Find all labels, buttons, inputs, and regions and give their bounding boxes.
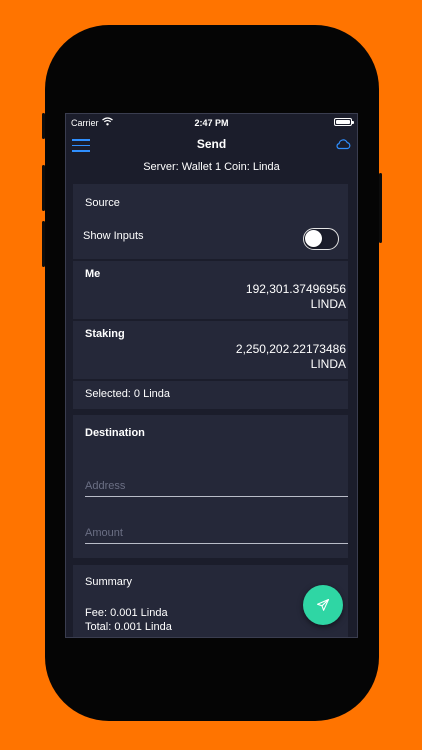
nav-bar: Send: [66, 131, 357, 159]
page-title: Send: [196, 137, 227, 151]
amount-input[interactable]: [85, 522, 348, 543]
status-time: 2:47 PM: [194, 118, 229, 128]
battery-icon: [334, 118, 354, 126]
divider: [73, 259, 348, 261]
amount-field[interactable]: [85, 522, 348, 544]
selected-summary: Selected: 0 Linda: [85, 388, 171, 400]
account-unit: LINDA: [310, 357, 346, 371]
app-screen: Carrier 2:47 PM Send Server: Wallet 1 Co…: [65, 113, 358, 638]
show-inputs-label: Show Inputs: [83, 230, 144, 242]
battery-fill: [336, 120, 350, 124]
fee-text: Fee: 0.001 Linda: [85, 607, 168, 619]
show-inputs-toggle[interactable]: [303, 228, 339, 250]
status-bar: Carrier 2:47 PM: [66, 114, 357, 131]
send-icon: [316, 598, 330, 611]
account-unit: LINDA: [310, 297, 346, 311]
address-input[interactable]: [85, 475, 348, 496]
cloud-icon[interactable]: [335, 138, 351, 150]
source-title: Source: [85, 197, 120, 209]
account-name-me[interactable]: Me: [85, 268, 100, 280]
phone-side-button: [42, 221, 45, 267]
phone-power-button: [379, 173, 382, 243]
total-text: Total: 0.001 Linda: [85, 621, 172, 633]
send-button[interactable]: [303, 585, 343, 625]
phone-side-button: [42, 165, 45, 211]
account-name-staking[interactable]: Staking: [85, 328, 125, 340]
divider: [73, 379, 348, 381]
account-amount: 2,250,202.22173486: [235, 342, 346, 356]
destination-title: Destination: [85, 427, 145, 439]
divider: [73, 319, 348, 321]
account-balance-me: 192,301.37496956 LINDA: [246, 282, 346, 312]
destination-card: Destination: [73, 415, 348, 558]
toggle-knob: [305, 230, 322, 247]
summary-title: Summary: [85, 576, 133, 588]
account-balance-staking: 2,250,202.22173486 LINDA: [236, 342, 346, 372]
server-info: Server: Wallet 1 Coin: Linda: [143, 161, 280, 173]
address-field[interactable]: [85, 475, 348, 497]
account-amount: 192,301.37496956: [245, 282, 346, 296]
phone-side-button: [42, 113, 45, 139]
